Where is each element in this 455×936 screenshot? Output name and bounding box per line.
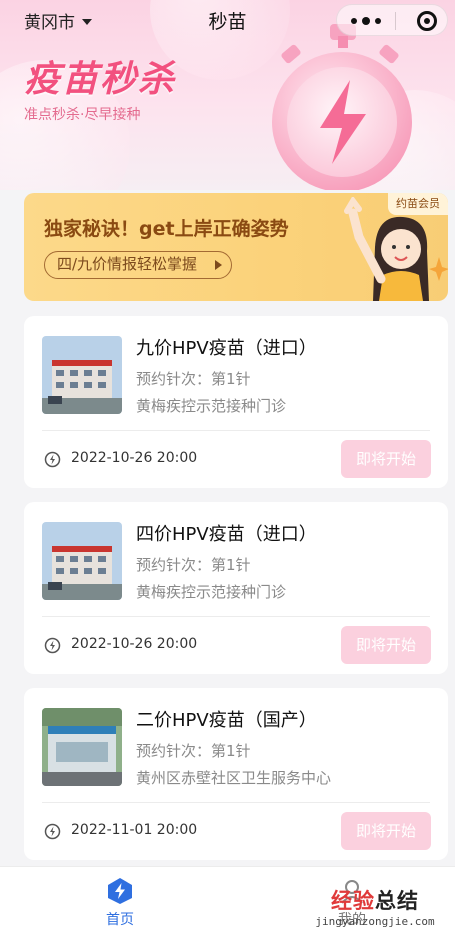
clinic-name: 黄州区赤壁社区卫生服务中心 (136, 769, 332, 787)
vaccine-card[interactable]: 四价HPV疫苗（进口） 预约针次：第1针 黄梅疾控示范接种门诊 2022-10-… (24, 502, 448, 674)
clinic-building-photo (42, 336, 122, 414)
bottom-tab-bar: 首页 我的 (0, 866, 455, 936)
lightning-clock-icon (44, 451, 61, 468)
promo-pill-button[interactable]: 四/九价情报轻松掌握 (44, 251, 233, 279)
play-arrow-icon (215, 260, 223, 270)
vaccine-name: 四价HPV疫苗（进口） (136, 524, 317, 545)
user-icon (341, 880, 363, 904)
tab-home-label: 首页 (106, 912, 134, 928)
home-bolt-icon (108, 878, 132, 904)
coming-soon-button[interactable]: 即将开始 (341, 440, 431, 478)
start-time: 2022-10-26 20:00 (71, 450, 198, 466)
dose-info: 预约针次：第1针 (136, 370, 251, 388)
capsule-divider (395, 12, 396, 30)
card-divider (42, 802, 430, 803)
stopwatch-lightning-illustration (272, 24, 412, 190)
clinic-building-photo (42, 708, 122, 786)
clinic-name: 黄梅疾控示范接种门诊 (136, 583, 287, 601)
start-time: 2022-11-01 20:00 (71, 822, 198, 838)
lightning-clock-icon (44, 637, 61, 654)
mini-program-capsule (336, 4, 448, 36)
vaccine-name: 九价HPV疫苗（进口） (136, 338, 317, 359)
tab-mine-label: 我的 (338, 912, 366, 928)
promo-title: 独家秘诀！get上岸正确姿势 (44, 218, 289, 240)
tab-mine[interactable]: 我的 (312, 877, 392, 929)
hero-banner: 黄冈市 秒苗 疫苗秒杀 准点秒杀·尽早接种 (0, 0, 455, 190)
vaccine-card[interactable]: 九价HPV疫苗（进口） 预约针次：第1针 黄梅疾控示范接种门诊 2022-10-… (24, 316, 448, 488)
hero-subtitle: 准点秒杀·尽早接种 (24, 107, 141, 123)
dose-info: 预约针次：第1针 (136, 742, 251, 760)
promo-banner[interactable]: 独家秘诀！get上岸正确姿势 四/九价情报轻松掌握 约苗会员 (24, 193, 448, 301)
vaccine-name: 二价HPV疫苗（国产） (136, 710, 317, 731)
member-badge: 约苗会员 (388, 193, 448, 215)
dose-info: 预约针次：第1针 (136, 556, 251, 574)
more-dots-icon[interactable] (349, 14, 383, 28)
clinic-name: 黄梅疾控示范接种门诊 (136, 397, 287, 415)
card-divider (42, 430, 430, 431)
clinic-building-photo (42, 522, 122, 600)
coming-soon-button[interactable]: 即将开始 (341, 626, 431, 664)
navigation-bar: 黄冈市 秒苗 (0, 0, 455, 40)
card-divider (42, 616, 430, 617)
hero-title: 疫苗秒杀 (24, 59, 177, 100)
tab-home[interactable]: 首页 (80, 877, 160, 929)
start-time: 2022-10-26 20:00 (71, 636, 198, 652)
lightning-clock-icon (44, 823, 61, 840)
vaccine-card[interactable]: 二价HPV疫苗（国产） 预约针次：第1针 黄州区赤壁社区卫生服务中心 2022-… (24, 688, 448, 860)
coming-soon-button[interactable]: 即将开始 (341, 812, 431, 850)
promo-pill-label: 四/九价情报轻松掌握 (57, 255, 198, 273)
mini-program-close-icon[interactable] (417, 11, 437, 31)
